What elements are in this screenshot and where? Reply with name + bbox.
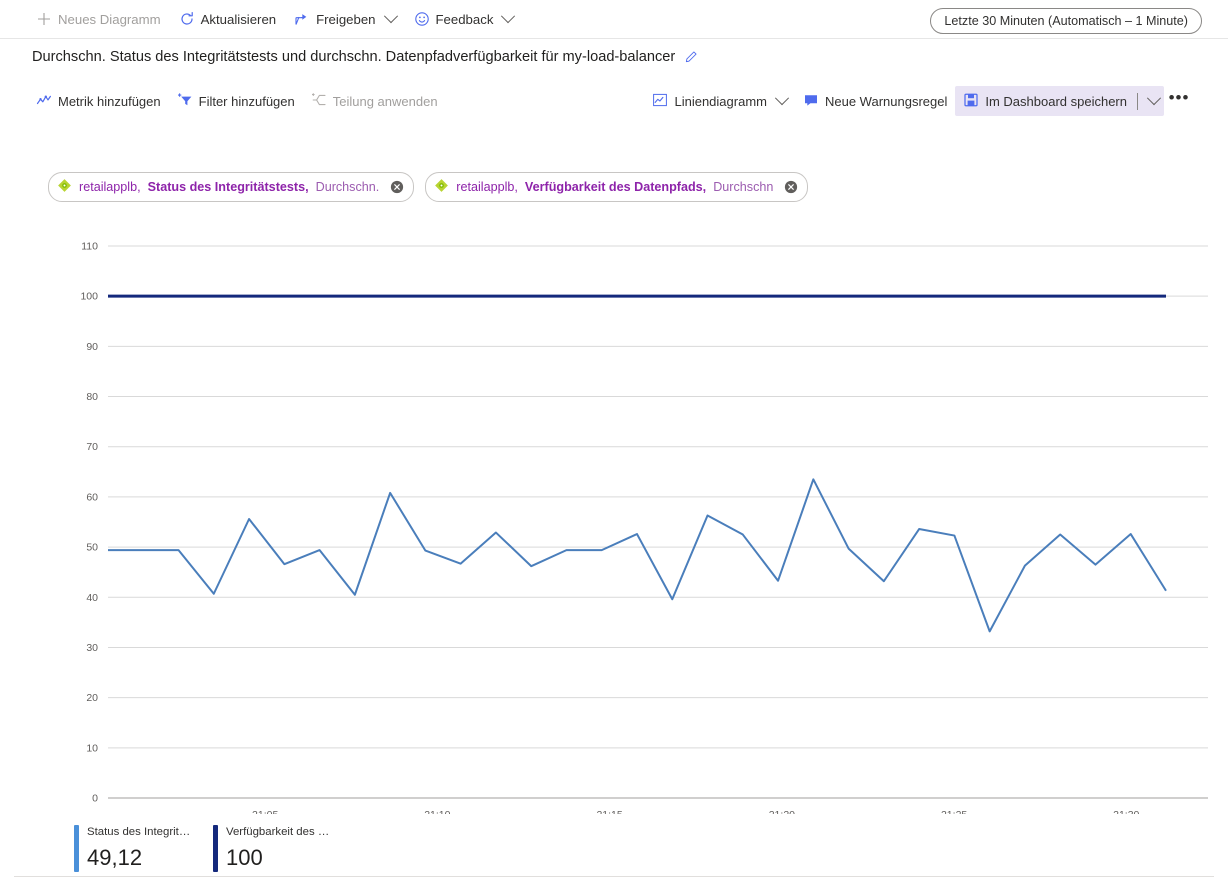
metrics-explorer-page: Neues Diagramm Aktualisieren Freigeben F… — [0, 0, 1228, 891]
chevron-down-icon — [501, 9, 516, 24]
y-axis-tick-label: 30 — [86, 642, 98, 654]
page-title: Durchschn. Status des Integritätstests u… — [32, 49, 676, 65]
legend-item-health-probe-status[interactable]: Status des Integritäts... 49,12 — [74, 825, 195, 873]
apply-splitting-button[interactable]: Teilung anwenden — [303, 87, 446, 115]
close-icon[interactable] — [784, 180, 798, 194]
save-icon — [963, 92, 979, 111]
y-axis-tick-label: 90 — [86, 341, 98, 353]
metrics-line-chart[interactable]: 0 10 20 30 40 50 60 70 80 90 100 110 21:05 21:10 21:15… — [14, 214, 1214, 814]
save-to-dashboard-button[interactable]: Im Dashboard speichern — [955, 87, 1135, 115]
alert-icon — [803, 92, 819, 111]
new-alert-rule-button[interactable]: Neue Warnungsregel — [795, 87, 955, 115]
chip-aggregation: Durchschn — [713, 180, 774, 194]
new-chart-label: Neues Diagramm — [58, 11, 161, 27]
y-axis-tick-label: 110 — [81, 241, 98, 253]
legend-text: Verfügbarkeit des D... 100 — [226, 825, 334, 873]
y-axis-tick-label: 50 — [86, 542, 98, 554]
chip-metric: Status des Integritätstests, — [147, 180, 309, 194]
feedback-label: Feedback — [435, 11, 494, 27]
top-command-bar: Neues Diagramm Aktualisieren Freigeben F… — [0, 0, 1228, 39]
legend-swatch — [74, 825, 79, 872]
feedback-button[interactable]: Feedback — [406, 4, 522, 34]
x-axis-tick-label: 21:05 — [252, 809, 278, 814]
smiley-icon — [414, 11, 430, 27]
chart-card: Durchschn. Status des Integritätstests u… — [14, 39, 1214, 877]
chart-legend: Status des Integritäts... 49,12 Verfügba… — [74, 825, 334, 873]
chip-resource: retailapplb, — [79, 180, 141, 194]
x-axis-tick-label: 21:10 — [424, 809, 450, 814]
save-to-dashboard-group: Im Dashboard speichern — [955, 86, 1164, 116]
add-filter-button[interactable]: Filter hinzufügen — [169, 87, 303, 115]
chart-title-row: Durchschn. Status des Integritätstests u… — [32, 49, 698, 65]
chart-canvas[interactable]: 0 10 20 30 40 50 60 70 80 90 100 110 21:05 21:10 21:15… — [14, 214, 1214, 814]
x-axis-tick-label: 21:20 — [769, 809, 795, 814]
y-axis-tick-label: 70 — [86, 441, 98, 453]
refresh-icon — [179, 11, 195, 27]
more-options-label: ••• — [1168, 88, 1190, 107]
legend-series-value: 49,12 — [87, 845, 143, 870]
line-chart-icon — [652, 92, 668, 111]
legend-swatch — [213, 825, 218, 872]
chart-series-line — [108, 478, 1167, 633]
time-range-label: Letzte 30 Minuten (Automatisch – 1 Minut… — [944, 14, 1188, 28]
legend-item-data-path-availability[interactable]: Verfügbarkeit des D... 100 — [213, 825, 334, 873]
close-icon[interactable] — [390, 180, 404, 194]
toolbar-divider — [1137, 92, 1138, 110]
filter-icon — [177, 92, 193, 111]
load-balancer-icon — [434, 178, 449, 196]
chip-metric: Verfügbarkeit des Datenpfads, — [524, 180, 707, 194]
more-options-button[interactable]: ••• — [1164, 84, 1194, 118]
legend-series-value: 100 — [226, 845, 263, 870]
load-balancer-icon — [57, 178, 72, 196]
x-axis-tick-label: 21:30 — [1113, 809, 1139, 814]
refresh-label: Aktualisieren — [200, 11, 277, 27]
chip-resource: retailapplb, — [456, 180, 518, 194]
share-button[interactable]: Freigeben — [286, 4, 403, 34]
top-command-list: Neues Diagramm Aktualisieren Freigeben F… — [28, 4, 521, 34]
metric-chip-list: retailapplb, Status des Integritätstests… — [48, 172, 809, 202]
apply-splitting-label: Teilung anwenden — [332, 93, 438, 109]
add-metric-label: Metrik hinzufügen — [58, 93, 161, 109]
new-chart-button[interactable]: Neues Diagramm — [28, 4, 169, 34]
y-axis-tick-label: 100 — [80, 291, 98, 303]
share-icon — [294, 11, 310, 27]
metric-chip-data-path-availability[interactable]: retailapplb, Verfügbarkeit des Datenpfad… — [425, 172, 809, 202]
plus-icon — [36, 11, 52, 27]
metric-chip-health-probe-status[interactable]: retailapplb, Status des Integritätstests… — [48, 172, 415, 202]
x-axis-tick-label: 21:15 — [596, 809, 622, 814]
y-axis-tick-label: 0 — [92, 793, 98, 805]
chevron-down-icon — [383, 9, 398, 24]
pencil-icon[interactable] — [684, 50, 698, 64]
metric-icon — [36, 92, 52, 111]
y-axis-tick-label: 40 — [86, 592, 98, 604]
legend-text: Status des Integritäts... 49,12 — [87, 825, 195, 873]
refresh-button[interactable]: Aktualisieren — [171, 4, 285, 34]
new-alert-rule-label: Neue Warnungsregel — [824, 93, 948, 109]
chart-type-label: Liniendiagramm — [674, 93, 767, 109]
legend-series-name: Status des Integritäts... — [87, 826, 195, 838]
chevron-down-icon — [1146, 91, 1162, 106]
chart-type-button[interactable]: Liniendiagramm — [644, 87, 795, 115]
chart-toolbar: Metrik hinzufügen Filter hinzufügen Teil… — [28, 85, 1194, 117]
save-to-dashboard-label: Im Dashboard speichern — [985, 93, 1127, 109]
y-axis-tick-label: 60 — [86, 491, 98, 503]
chip-aggregation: Durchschn. — [315, 180, 380, 194]
add-metric-button[interactable]: Metrik hinzufügen — [28, 87, 169, 115]
time-range-picker[interactable]: Letzte 30 Minuten (Automatisch – 1 Minut… — [930, 8, 1202, 34]
y-axis-tick-label: 10 — [86, 742, 98, 754]
add-filter-label: Filter hinzufügen — [198, 93, 295, 109]
y-axis-tick-label: 20 — [86, 692, 98, 704]
save-to-dashboard-menu-button[interactable] — [1140, 86, 1164, 116]
x-axis-tick-label: 21:25 — [941, 809, 967, 814]
share-label: Freigeben — [316, 11, 376, 27]
legend-series-name: Verfügbarkeit des D... — [226, 826, 334, 838]
chevron-down-icon — [774, 91, 790, 106]
splitting-icon — [311, 92, 327, 111]
y-axis-tick-label: 80 — [86, 391, 98, 403]
